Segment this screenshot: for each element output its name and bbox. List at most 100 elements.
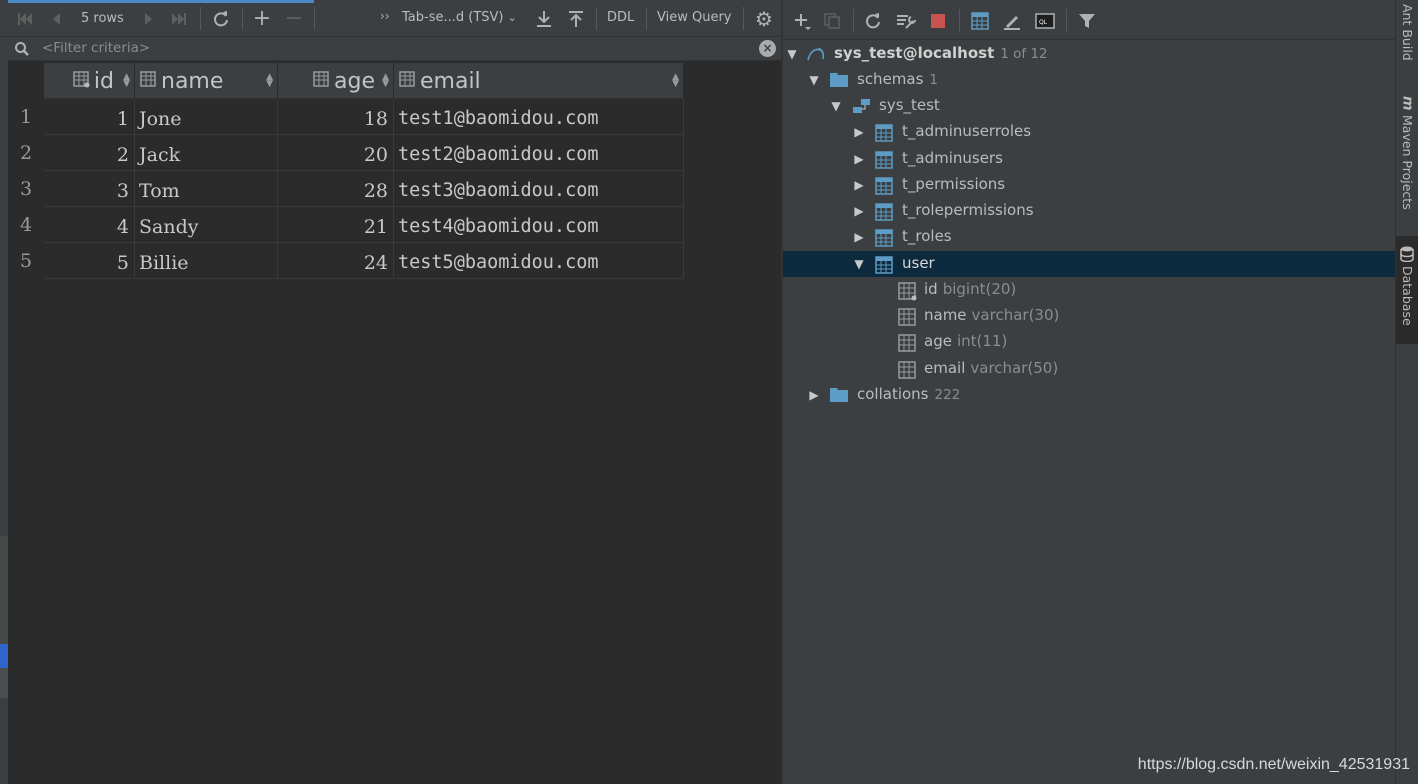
- tree-node-column[interactable]: id bigint(20): [783, 277, 1395, 303]
- download-icon[interactable]: [533, 8, 555, 29]
- table-row[interactable]: 2 Jack 20 test2@baomidou.com: [44, 135, 684, 171]
- sort-icon[interactable]: ▲ ▼: [266, 73, 273, 89]
- view-query-button[interactable]: View Query: [657, 10, 732, 25]
- column-name: id: [924, 280, 938, 298]
- column-type: int(11): [956, 332, 1008, 350]
- tree-node-table[interactable]: ▶ t_rolepermissions: [783, 198, 1395, 224]
- table-row[interactable]: 3 Tom 28 test3@baomidou.com: [44, 171, 684, 207]
- expand-arrow-icon[interactable]: ▶: [807, 382, 821, 408]
- filter-funnel-icon[interactable]: [1076, 10, 1098, 32]
- cell-email[interactable]: test1@baomidou.com: [394, 99, 684, 135]
- tree-node-connection[interactable]: ▼ sys_test@localhost 1 of 12: [783, 41, 1395, 67]
- database-label: Database: [1400, 266, 1415, 326]
- tree-node-column[interactable]: email varchar(50): [783, 356, 1395, 382]
- expand-arrow-icon[interactable]: ▶: [852, 198, 866, 224]
- delete-row-icon[interactable]: −: [283, 6, 305, 31]
- chevron-down-icon: ⌄: [507, 11, 517, 24]
- collapse-arrow-icon[interactable]: ▼: [807, 67, 821, 93]
- cell-id[interactable]: 5: [44, 243, 135, 279]
- column-header-id[interactable]: id ▲ ▼: [44, 63, 135, 99]
- column-header-name[interactable]: name ▲ ▼: [135, 63, 278, 99]
- cell-name[interactable]: Jone: [135, 99, 278, 135]
- column-type: bigint(20): [942, 280, 1017, 298]
- sql-console-icon[interactable]: QL: [1034, 10, 1056, 32]
- tree-node-column[interactable]: age int(11): [783, 329, 1395, 355]
- expand-arrow-icon[interactable]: ▶: [852, 146, 866, 172]
- tree-node-collations[interactable]: ▶ collations 222: [783, 382, 1395, 408]
- add-datasource-icon[interactable]: [791, 10, 813, 32]
- tree-node-table[interactable]: ▶ t_adminusers: [783, 146, 1395, 172]
- row-number[interactable]: 2: [8, 135, 44, 171]
- database-tab[interactable]: Database: [1396, 236, 1418, 344]
- cell-age[interactable]: 18: [278, 99, 394, 135]
- cell-id[interactable]: 2: [44, 135, 135, 171]
- collapse-arrow-icon[interactable]: ▼: [852, 251, 866, 277]
- column-header-email[interactable]: email ▲ ▼: [394, 63, 684, 99]
- cell-email[interactable]: test2@baomidou.com: [394, 135, 684, 171]
- row-number[interactable]: 3: [8, 171, 44, 207]
- collapse-arrow-icon[interactable]: ▼: [785, 41, 799, 67]
- cell-id[interactable]: 3: [44, 171, 135, 207]
- maven-projects-tab[interactable]: m Maven Projects: [1396, 96, 1418, 220]
- reload-icon[interactable]: [210, 8, 232, 29]
- row-number[interactable]: 4: [8, 207, 44, 243]
- tree-node-table[interactable]: ▶ t_permissions: [783, 172, 1395, 198]
- last-page-icon[interactable]: [168, 8, 190, 29]
- cell-age[interactable]: 20: [278, 135, 394, 171]
- cell-email[interactable]: test4@baomidou.com: [394, 207, 684, 243]
- sort-icon[interactable]: ▲ ▼: [123, 73, 130, 89]
- add-row-icon[interactable]: +: [251, 6, 273, 31]
- duplicate-icon[interactable]: [821, 10, 843, 32]
- cell-email[interactable]: test5@baomidou.com: [394, 243, 684, 279]
- gear-icon[interactable]: ⚙: [752, 7, 776, 31]
- stop-icon[interactable]: [927, 10, 949, 32]
- cell-name[interactable]: Tom: [135, 171, 278, 207]
- properties-wrench-icon[interactable]: [895, 10, 917, 32]
- primary-key-column-icon: [73, 69, 90, 94]
- table-label: t_adminuserroles: [902, 122, 1032, 140]
- refresh-icon[interactable]: [862, 10, 884, 32]
- cell-id[interactable]: 1: [44, 99, 135, 135]
- expand-arrow-icon[interactable]: ▶: [852, 172, 866, 198]
- edit-pencil-icon[interactable]: [1001, 10, 1023, 32]
- cell-name[interactable]: Sandy: [135, 207, 278, 243]
- collapse-arrow-icon[interactable]: ▼: [829, 93, 843, 119]
- previous-page-icon[interactable]: [46, 8, 66, 29]
- sort-icon[interactable]: ▲ ▼: [382, 73, 389, 89]
- column-label: id bigint(20): [924, 280, 1016, 298]
- export-format-select[interactable]: Tab-se...d (TSV) ⌄: [402, 10, 517, 25]
- table-row[interactable]: 1 Jone 18 test1@baomidou.com: [44, 99, 684, 135]
- tree-node-table-user[interactable]: ▼ user: [783, 251, 1395, 277]
- first-page-icon[interactable]: [14, 8, 36, 29]
- folder-icon: [830, 387, 848, 406]
- ddl-button[interactable]: DDL: [607, 10, 634, 25]
- cell-age[interactable]: 28: [278, 171, 394, 207]
- tree-node-table[interactable]: ▶ t_adminuserroles: [783, 119, 1395, 145]
- clear-filter-icon[interactable]: ×: [759, 40, 776, 57]
- cell-id[interactable]: 4: [44, 207, 135, 243]
- row-number[interactable]: 5: [8, 243, 44, 279]
- table-row[interactable]: 5 Billie 24 test5@baomidou.com: [44, 243, 684, 279]
- tree-node-schemas[interactable]: ▼ schemas 1: [783, 67, 1395, 93]
- cell-email[interactable]: test3@baomidou.com: [394, 171, 684, 207]
- ant-build-tab[interactable]: Ant Build: [1396, 4, 1418, 66]
- expand-arrow-icon[interactable]: ▶: [852, 224, 866, 250]
- next-page-icon[interactable]: [139, 8, 159, 29]
- cell-age[interactable]: 24: [278, 243, 394, 279]
- cell-age[interactable]: 21: [278, 207, 394, 243]
- expand-arrow-icon[interactable]: ▶: [852, 119, 866, 145]
- cell-name[interactable]: Billie: [135, 243, 278, 279]
- sort-icon[interactable]: ▲ ▼: [672, 73, 679, 89]
- table-row[interactable]: 4 Sandy 21 test4@baomidou.com: [44, 207, 684, 243]
- filter-input[interactable]: <Filter criteria>: [42, 40, 150, 56]
- more-chevron-icon[interactable]: ››: [380, 9, 390, 23]
- column-header-label: id: [93, 68, 114, 94]
- upload-icon[interactable]: [565, 8, 587, 29]
- tree-node-schema-sys-test[interactable]: ▼ sys_test: [783, 93, 1395, 119]
- tree-node-column[interactable]: name varchar(30): [783, 303, 1395, 329]
- tree-node-table[interactable]: ▶ t_roles: [783, 224, 1395, 250]
- table-editor-icon[interactable]: [969, 10, 991, 32]
- column-header-age[interactable]: age ▲ ▼: [278, 63, 394, 99]
- row-number[interactable]: 1: [8, 99, 44, 135]
- cell-name[interactable]: Jack: [135, 135, 278, 171]
